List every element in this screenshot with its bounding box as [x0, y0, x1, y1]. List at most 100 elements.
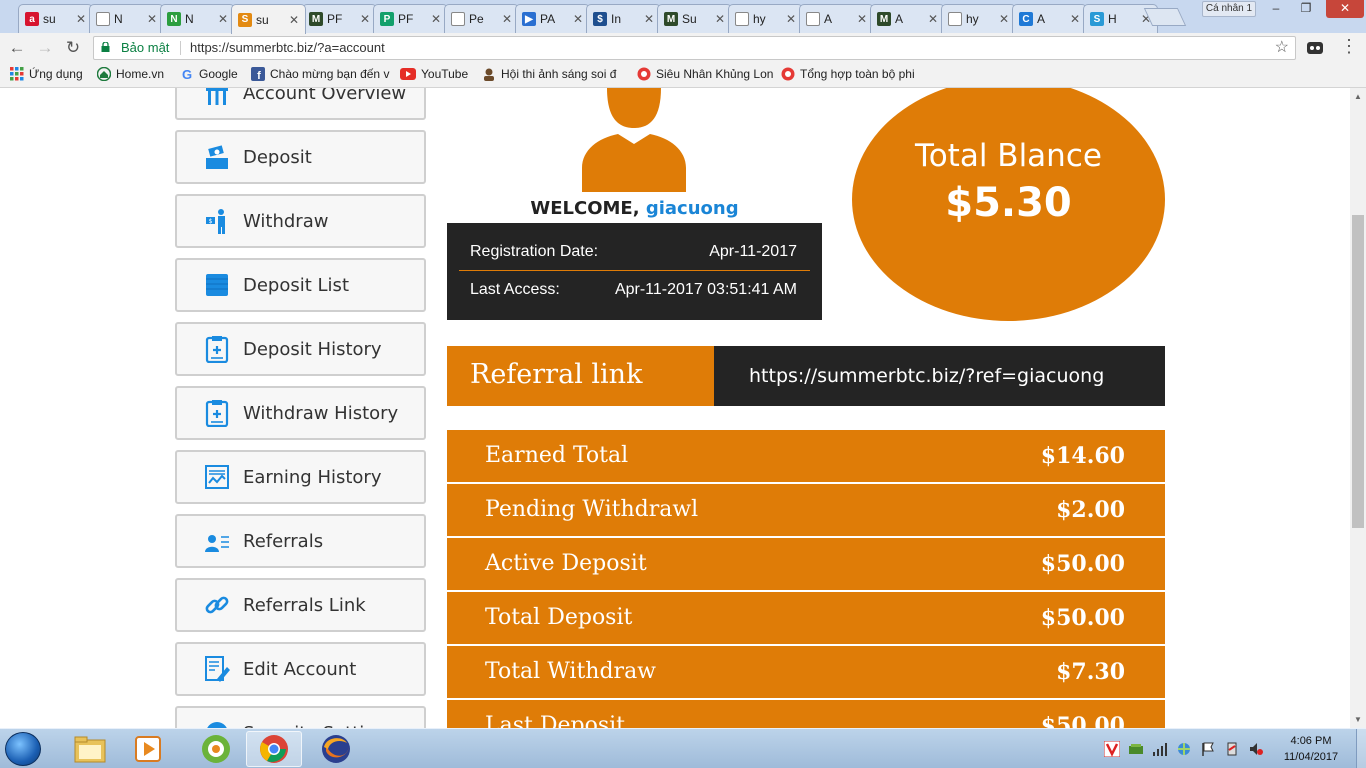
referral-link-url[interactable]: https://summerbtc.biz/?ref=giacuong [749, 346, 1104, 406]
svg-text:f: f [257, 70, 261, 81]
minimize-button[interactable]: – [1262, 0, 1290, 18]
sidebar-item-label: Deposit List [243, 274, 349, 296]
avatar-bookmark-icon [484, 68, 494, 81]
start-button[interactable] [5, 732, 41, 766]
browser-tab[interactable]: Pe ✕ [444, 4, 519, 33]
bookmark-label: Google [199, 67, 238, 81]
profile-button[interactable]: Cá nhân 1 [1202, 1, 1256, 17]
sidebar-item-edit-account[interactable]: Edit Account [175, 642, 426, 696]
browser-tab[interactable]: P PF ✕ [373, 4, 448, 33]
tab-close-icon[interactable]: ✕ [573, 12, 583, 26]
sidebar-item-earning-history[interactable]: Earning History [175, 450, 426, 504]
address-bar[interactable]: Bảo mật https://summerbtc.biz/?a=account… [93, 36, 1296, 60]
url-text[interactable]: https://summerbtc.biz/?a=account [190, 37, 385, 59]
sidebar-item-withdraw-history[interactable]: Withdraw History [175, 386, 426, 440]
taskbar-coc-coc[interactable] [188, 731, 244, 767]
bookmark-item[interactable]: Hội thi ảnh sáng soi đ [482, 67, 616, 81]
sidebar-item-deposit[interactable]: Deposit [175, 130, 426, 184]
scroll-thumb[interactable] [1352, 215, 1364, 528]
tab-close-icon[interactable]: ✕ [502, 12, 512, 26]
vivaldi-tray-icon[interactable] [1104, 741, 1120, 757]
sidebar-item-deposit-history[interactable]: Deposit History [175, 322, 426, 376]
tab-title: su [43, 12, 56, 26]
restore-button[interactable]: ❐ [1292, 0, 1320, 18]
tab-close-icon[interactable]: ✕ [360, 12, 370, 26]
apps-grid-icon [10, 67, 24, 81]
scroll-up-icon[interactable]: ▲ [1354, 92, 1362, 101]
bookmark-item[interactable]: f Chào mừng bạn đến v [251, 67, 389, 81]
sidebar-item-withdraw[interactable]: $ Withdraw [175, 194, 426, 248]
tab-close-icon[interactable]: ✕ [1070, 12, 1080, 26]
power-tray-icon[interactable] [1224, 741, 1240, 757]
signal-tray-icon[interactable] [1152, 741, 1168, 757]
tab-close-icon[interactable]: ✕ [715, 12, 725, 26]
sidebar-item-account-overview[interactable]: Account Overview [175, 88, 426, 120]
withdraw-icon: $ [203, 207, 231, 235]
browser-tab[interactable]: A ✕ [799, 4, 874, 33]
network-tray-icon[interactable] [1176, 741, 1192, 757]
new-tab-button[interactable] [1143, 8, 1187, 26]
tab-title: PF [327, 12, 343, 26]
stat-value: $7.30 [1056, 659, 1125, 685]
network-drive-tray-icon[interactable] [1128, 741, 1144, 757]
browser-tab[interactable]: N N ✕ [160, 4, 235, 33]
page-icon [451, 12, 465, 26]
tab-close-icon[interactable]: ✕ [431, 12, 441, 26]
taskbar-chrome[interactable] [246, 731, 302, 767]
taskbar-firefox[interactable] [308, 731, 364, 767]
bookmark-star-icon[interactable]: ☆ [1275, 37, 1289, 59]
browser-tab[interactable]: Ssu ✕ [231, 4, 306, 34]
bookmark-item[interactable]: YouTube [400, 67, 468, 81]
sidebar-item-referrals[interactable]: Referrals [175, 514, 426, 568]
tab-close-icon[interactable]: ✕ [999, 12, 1009, 26]
sidebar-item-deposit-list[interactable]: Deposit List [175, 258, 426, 312]
browser-tab[interactable]: ▶ PA ✕ [515, 4, 590, 33]
chart-document-icon [203, 463, 231, 491]
browser-menu-icon[interactable]: ⋮ [1340, 36, 1358, 57]
tab-close-icon[interactable]: ✕ [644, 12, 654, 26]
volume-muted-icon[interactable] [1248, 741, 1264, 757]
coc-coc-icon [781, 67, 795, 81]
taskbar-clock[interactable]: 4:06 PM 11/04/2017 [1276, 733, 1346, 765]
bookmark-item[interactable]: Tổng hợp toàn bộ phi [781, 67, 915, 81]
browser-tab[interactable]: $ In ✕ [586, 4, 661, 33]
tab-close-icon[interactable]: ✕ [76, 12, 86, 26]
browser-tab[interactable]: N ✕ [89, 4, 164, 33]
tab-close-icon[interactable]: ✕ [786, 12, 796, 26]
tab-close-icon[interactable]: ✕ [857, 12, 867, 26]
page-scrollbar[interactable]: ▲ ▼ [1350, 88, 1366, 728]
sidebar-item-referrals-link[interactable]: Referrals Link [175, 578, 426, 632]
stat-row: Active Deposit $50.00 [447, 538, 1165, 590]
close-window-button[interactable]: ✕ [1326, 0, 1364, 18]
tab-close-icon[interactable]: ✕ [147, 12, 157, 26]
browser-tab[interactable]: M A ✕ [870, 4, 945, 33]
show-desktop-button[interactable] [1356, 729, 1366, 768]
bookmark-item[interactable]: Siêu Nhân Khủng Lon [637, 67, 773, 81]
s-circle-icon: S [1090, 12, 1104, 26]
forward-arrow-icon[interactable]: → [34, 37, 56, 59]
bookmark-item[interactable]: G Google [180, 67, 238, 81]
scroll-down-icon[interactable]: ▼ [1354, 715, 1362, 724]
action-center-flag-icon[interactable] [1200, 741, 1216, 757]
tab-close-icon[interactable]: ✕ [218, 12, 228, 26]
chrome-icon [258, 733, 290, 765]
browser-tab[interactable]: a su ✕ [18, 4, 93, 33]
tab-close-icon[interactable]: ✕ [289, 13, 299, 27]
sidebar-item-security-settings[interactable]: Security Settings [175, 706, 426, 728]
bookmark-item[interactable]: Ứng dụng [10, 67, 83, 81]
taskbar-media-player[interactable] [120, 731, 176, 767]
reload-icon[interactable]: ↻ [62, 37, 84, 59]
browser-tab[interactable]: hy ✕ [728, 4, 803, 33]
sidebar-item-label: Withdraw [243, 210, 329, 232]
stat-label: Total Withdraw [485, 659, 657, 684]
browser-tab[interactable]: M Su ✕ [657, 4, 732, 33]
back-arrow-icon[interactable]: ← [6, 37, 28, 59]
extension-icon[interactable] [1306, 40, 1324, 56]
browser-tab[interactable]: M PF ✕ [302, 4, 377, 33]
bookmark-item[interactable]: Home.vn [97, 67, 164, 81]
browser-tab[interactable]: C A ✕ [1012, 4, 1087, 33]
page-icon [948, 12, 962, 26]
tab-close-icon[interactable]: ✕ [928, 12, 938, 26]
browser-tab[interactable]: hy ✕ [941, 4, 1016, 33]
taskbar-file-explorer[interactable] [62, 731, 118, 767]
